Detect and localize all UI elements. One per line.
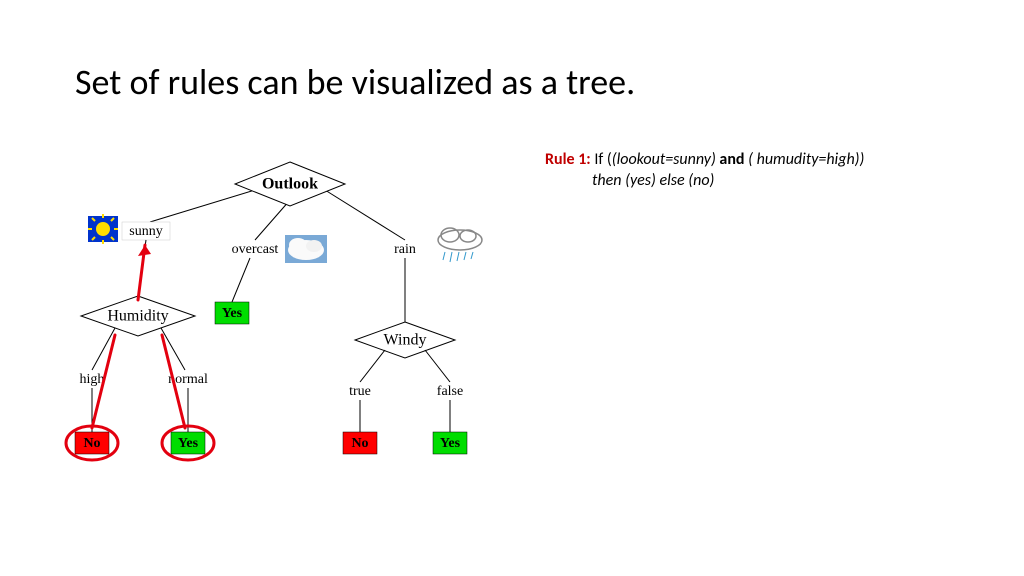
- branch-true: true: [349, 384, 371, 399]
- leaf-yes-label: Yes: [222, 306, 243, 321]
- node-outlook-label: Outlook: [262, 176, 318, 193]
- branch-false: false: [437, 384, 463, 399]
- edge: [425, 350, 450, 382]
- rule-1-text: Rule 1: If ((lookout=sunny) and ( humudi…: [545, 150, 864, 192]
- leaf-yes-label: Yes: [178, 436, 199, 451]
- rule-cond2: ( humudity=high)): [748, 150, 864, 169]
- branch-high: high: [80, 372, 105, 387]
- rule-if: If (: [594, 150, 611, 169]
- edge: [255, 200, 290, 240]
- edge: [232, 258, 250, 302]
- branch-overcast: overcast: [232, 242, 279, 257]
- page-title: Set of rules can be visualized as a tree…: [75, 60, 635, 104]
- sun-icon: [88, 214, 118, 244]
- decision-tree-diagram: Outlook sunny overcast rain: [60, 150, 530, 550]
- cloud-overcast-icon: [285, 235, 327, 263]
- rule-cond1: (lookout=sunny): [612, 150, 716, 169]
- rule-and: and: [719, 150, 744, 169]
- leaf-no-label: No: [351, 436, 368, 451]
- edge: [150, 190, 255, 222]
- rule-label: Rule 1:: [545, 150, 591, 169]
- node-humidity-label: Humidity: [107, 308, 168, 325]
- leaf-yes-label: Yes: [440, 436, 461, 451]
- branch-rain: rain: [394, 242, 416, 257]
- rule-then: then (yes) else (no): [592, 171, 714, 190]
- edge: [325, 190, 405, 240]
- node-windy-label: Windy: [384, 332, 427, 349]
- arrowhead-icon: [138, 245, 151, 256]
- cloud-rain-icon: [438, 228, 482, 262]
- leaf-no-label: No: [83, 436, 100, 451]
- branch-sunny: sunny: [129, 224, 162, 239]
- edge: [360, 350, 385, 382]
